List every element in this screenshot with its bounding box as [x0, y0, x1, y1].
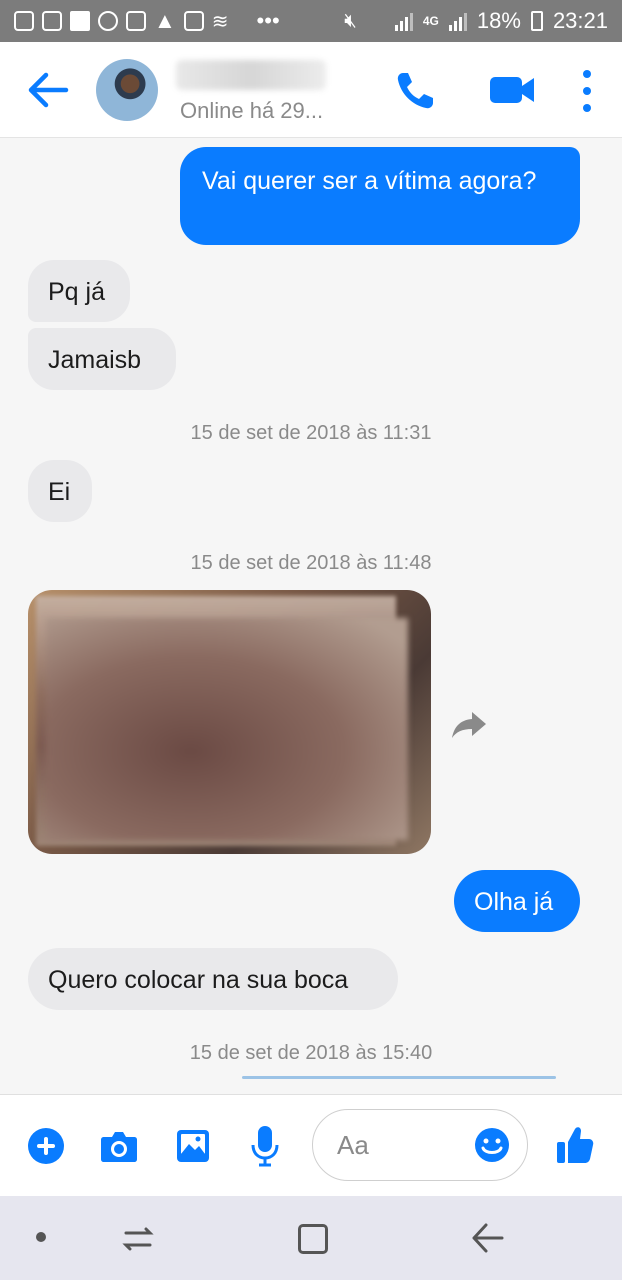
signal-icon: [394, 11, 413, 31]
message-received[interactable]: Pq já: [28, 260, 130, 322]
mail-icon: [183, 11, 204, 31]
arrow-left-icon[interactable]: [26, 70, 70, 110]
timestamp: 15 de set de 2018 às 11:31: [190, 422, 432, 444]
battery-percent: 18%: [476, 8, 521, 33]
instagram-icon: [14, 11, 34, 31]
message-received[interactable]: Jamaisb: [28, 328, 176, 390]
signal-icon-2: [448, 11, 467, 31]
camera-icon[interactable]: [100, 1129, 138, 1163]
warning-icon: ▲: [154, 8, 176, 33]
more-notifications-icon: •••: [256, 8, 280, 33]
clock: 23:21: [552, 8, 608, 33]
smiley-icon[interactable]: [474, 1127, 510, 1163]
message-composer: [0, 1094, 622, 1196]
home-icon[interactable]: [298, 1224, 328, 1254]
phone-icon[interactable]: [394, 70, 436, 112]
recent-apps-icon[interactable]: [120, 1224, 156, 1254]
message-received[interactable]: Quero colocar na sua boca: [28, 948, 398, 1010]
microphone-icon[interactable]: [250, 1125, 280, 1167]
message-sent[interactable]: Olha já: [454, 870, 580, 932]
nav-dot-icon[interactable]: [36, 1232, 46, 1242]
blur-overlay: [46, 618, 408, 840]
folder-icon: [70, 11, 90, 31]
message-sent[interactable]: Vai querer ser a vítima agora?: [180, 147, 580, 245]
online-status: Online há 29...: [180, 98, 324, 123]
system-navigation-bar: [0, 1196, 622, 1280]
thumbs-up-icon[interactable]: [556, 1125, 594, 1165]
avatar[interactable]: [96, 59, 158, 121]
mute-icon: 🔇︎: [344, 9, 357, 32]
nav-back-icon[interactable]: [470, 1222, 504, 1254]
image-icon[interactable]: [176, 1129, 210, 1163]
task-icon: [126, 11, 146, 31]
kebab-menu-icon[interactable]: [576, 70, 598, 112]
message-received[interactable]: Ei: [28, 460, 92, 522]
notification-icons: ▲ ≋ •••: [14, 8, 280, 34]
contact-name-redacted[interactable]: [176, 60, 326, 90]
status-bar: ▲ ≋ ••• 🔇︎ 4G 18% 23:21: [0, 0, 622, 42]
video-camera-icon[interactable]: [488, 72, 536, 108]
partial-message-edge: [242, 1076, 556, 1079]
whatsapp-icon: [98, 11, 118, 31]
battery-icon: [530, 11, 543, 31]
photo-attachment-blurred[interactable]: [28, 590, 431, 854]
network-type: 4G: [422, 14, 439, 28]
weather-icon: ≋: [211, 10, 229, 33]
system-status: 🔇︎ 4G 18% 23:21: [344, 8, 608, 34]
conversation-header: Online há 29...: [0, 42, 622, 138]
plus-icon[interactable]: [28, 1128, 64, 1164]
nfc-icon: [367, 12, 385, 30]
timestamp: 15 de set de 2018 às 11:48: [190, 552, 432, 574]
timestamp: 15 de set de 2018 às 15:40: [189, 1042, 433, 1064]
forward-arrow-icon[interactable]: [450, 708, 488, 740]
cast-icon: [42, 11, 62, 31]
